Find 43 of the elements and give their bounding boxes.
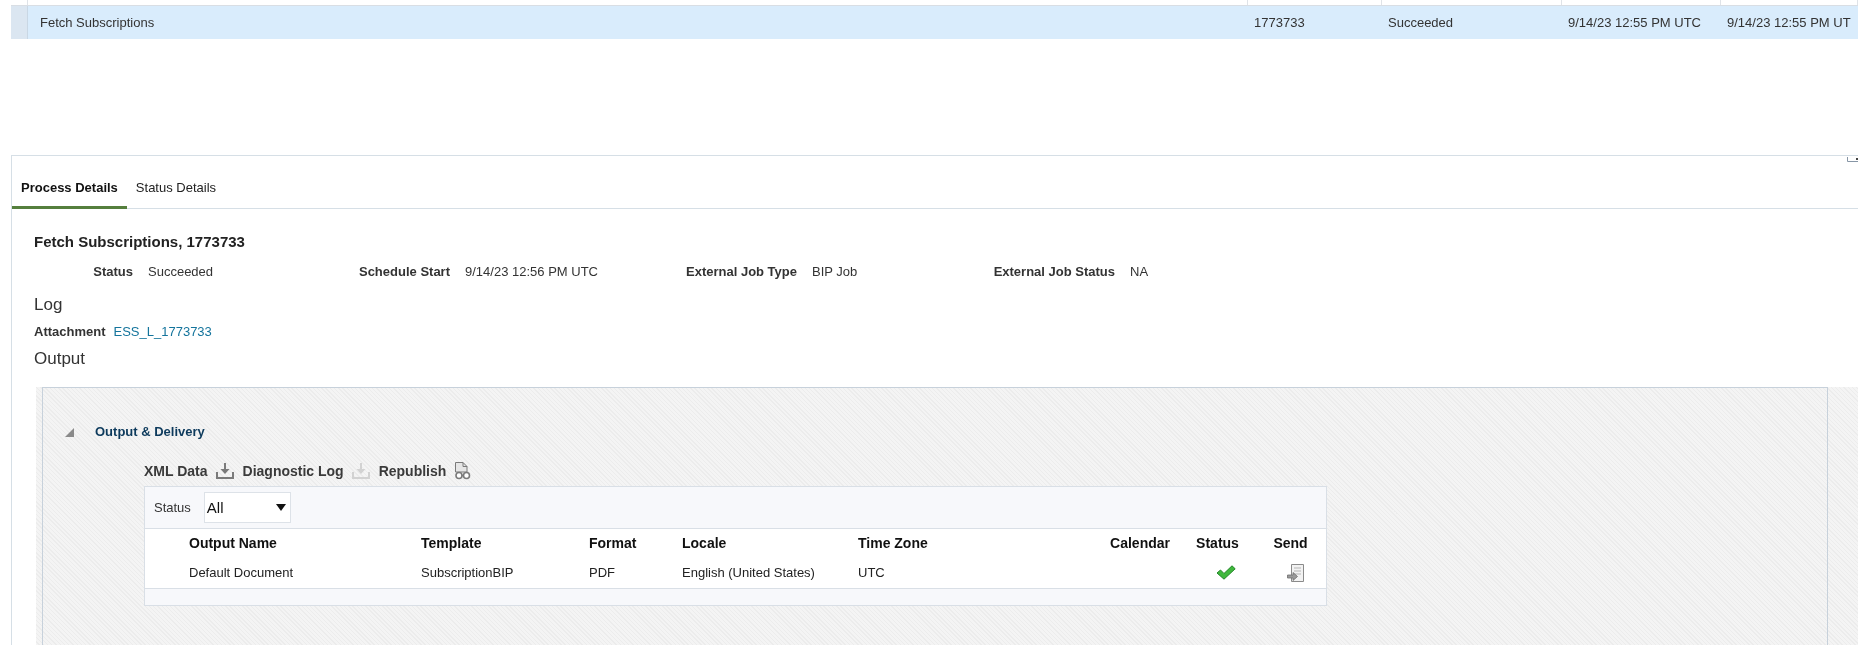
field-label: External Job Type <box>686 264 797 280</box>
process-title: Fetch Subscriptions, 1773733 <box>34 233 246 251</box>
column-header: Status <box>1196 535 1239 551</box>
log-heading: Log <box>34 295 63 315</box>
disclosure-triangle-icon[interactable] <box>65 427 74 437</box>
attachment-label: Attachment <box>34 324 106 340</box>
section-title: Output & Delivery <box>95 424 205 440</box>
caret-down-icon <box>275 504 286 511</box>
job-name: Fetch Subscriptions <box>40 14 155 30</box>
output-name-text: Default Document <box>189 565 294 580</box>
column-header: Template <box>421 535 482 551</box>
field-value: NA <box>1130 264 1149 280</box>
template-text: SubscriptionBIP <box>421 565 514 580</box>
filter-label: Status <box>154 500 191 515</box>
document-arrow-icon[interactable] <box>1287 563 1304 582</box>
field-value: Succeeded <box>148 264 214 280</box>
job-row[interactable]: Fetch Subscriptions 1773733 Succeeded 9/14/23 12:55 PM UTC 9/14/23 12:55 PM UT <box>11 6 1858 39</box>
tab[interactable]: Process Details <box>12 178 127 209</box>
field-label: Status <box>93 264 133 280</box>
column-header: Calendar <box>1110 535 1170 551</box>
toolbar-button[interactable]: Republish <box>378 462 472 480</box>
pane-handle-icon[interactable] <box>1847 157 1858 162</box>
column-header: Output Name <box>189 535 277 551</box>
column-header: Time Zone <box>858 535 928 551</box>
job-time: 9/14/23 12:55 PM UT <box>1727 14 1851 30</box>
field-label: External Job Status <box>993 264 1115 280</box>
column-header: Format <box>589 535 637 551</box>
field-value: BIP Job <box>812 264 858 280</box>
job-id: 1773733 <box>1254 14 1305 30</box>
status-select[interactable]: All <box>203 492 291 523</box>
field-label: Schedule Start <box>358 264 450 280</box>
tab[interactable]: Status Details <box>126 178 226 209</box>
column-header: Send <box>1273 535 1308 551</box>
job-status: Succeeded <box>1388 14 1454 30</box>
field-value: 9/14/23 12:56 PM UTC <box>465 264 598 280</box>
toolbar-button[interactable]: XML Data <box>144 462 234 480</box>
time-zone-text: UTC <box>858 565 885 580</box>
format-text: PDF <box>589 565 615 580</box>
column-header: Locale <box>682 535 727 551</box>
attachment-link[interactable]: ESS_L_1773733 <box>113 324 212 340</box>
job-time: 9/14/23 12:55 PM UTC <box>1568 14 1701 30</box>
output-heading: Output <box>34 349 86 369</box>
locale-text: English (United States) <box>682 565 815 580</box>
